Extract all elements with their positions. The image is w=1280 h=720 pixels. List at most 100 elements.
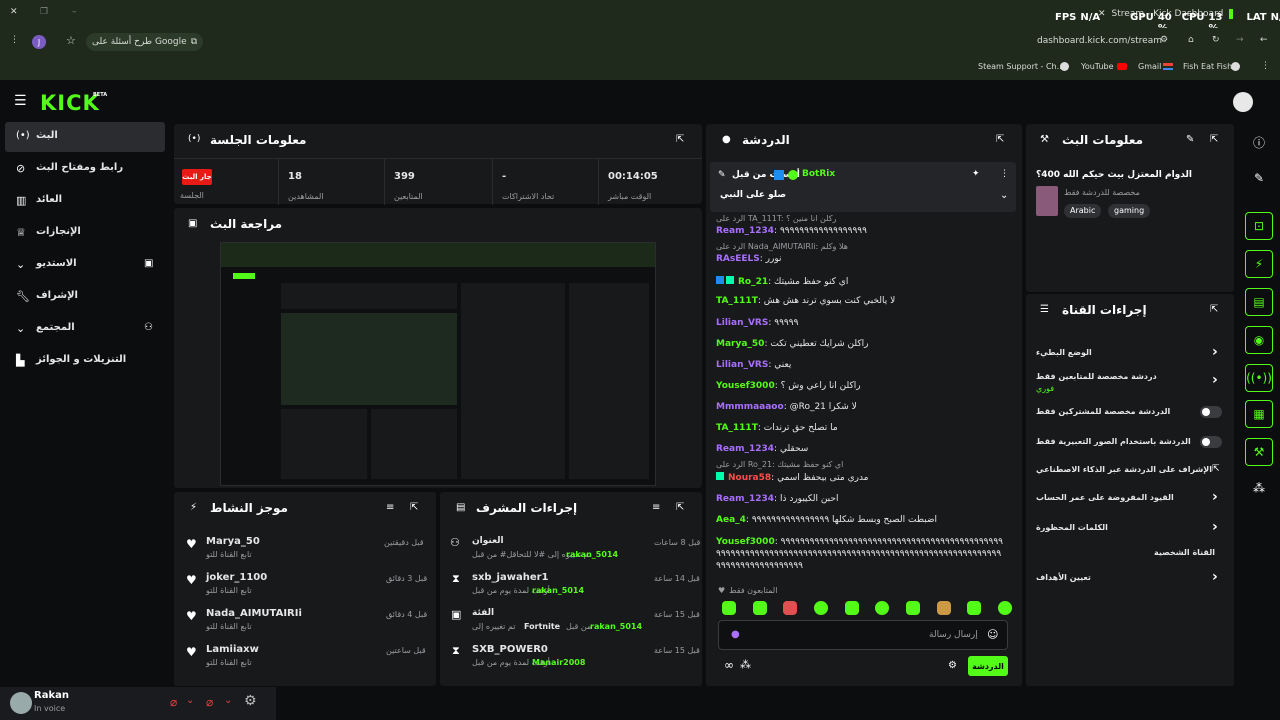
popout-icon[interactable]: ⇱ <box>996 134 1004 145</box>
chevron-down-icon[interactable]: ⌄ <box>224 695 232 706</box>
deafen-icon[interactable]: ⌀ <box>206 695 213 709</box>
chat-username[interactable]: Noura58 <box>728 473 771 483</box>
send-chat-button[interactable]: الدردشة <box>968 656 1008 676</box>
wrench-icon[interactable]: ⚒ <box>1245 438 1273 466</box>
tag-pill[interactable]: Arabic <box>1064 204 1102 218</box>
emote-icon[interactable] <box>875 601 890 615</box>
settings-gear-icon[interactable]: ⚙ <box>244 693 257 709</box>
bookmark-steam[interactable]: Steam Support - Ch... <box>978 62 1064 71</box>
sidebar-item-drops[interactable]: التنزيلات و الجوائز <box>36 354 126 365</box>
bookmark-fish-eat-fish[interactable]: Fish Eat Fish <box>1183 62 1232 71</box>
edit-icon[interactable]: ✎ <box>1245 164 1273 192</box>
chat-username[interactable]: Marya_50 <box>716 339 764 349</box>
community-icon[interactable]: ⁂ <box>1245 474 1273 502</box>
activity-username[interactable]: Lamiiaxw <box>206 644 259 655</box>
chat-username[interactable]: Aea_4 <box>716 515 746 525</box>
stream-info-icon[interactable]: ▦ <box>1245 400 1273 428</box>
chat-username[interactable]: Ream_1234 <box>716 494 774 504</box>
expand-icon[interactable]: ⇱ <box>1210 304 1218 315</box>
emote-icon[interactable] <box>783 601 798 615</box>
channel-action-slow-mode[interactable]: الوضع البطيء › <box>1026 344 1234 364</box>
sidebar-item-moderation[interactable]: الإشراف <box>36 290 78 301</box>
channel-action-goals[interactable]: تعيين الأهداف › <box>1026 569 1234 590</box>
user-avatar[interactable] <box>1233 92 1253 112</box>
emoji-icon[interactable]: ☺ <box>987 628 998 641</box>
chat-username[interactable]: RAsEELS <box>716 254 760 264</box>
url-text[interactable]: dashboard.kick.com/stream <box>1037 36 1162 46</box>
sidebar-item-studio[interactable]: الاستديو <box>36 258 77 269</box>
pinned-username[interactable]: BotRix <box>802 169 835 179</box>
channel-action-followers-only[interactable]: دردشة مخصصة للمتابعين فقط فوري › <box>1026 370 1234 396</box>
expand-icon[interactable]: ⇱ <box>676 502 684 513</box>
kick-logo[interactable]: KICK <box>40 91 100 115</box>
emote-icon[interactable] <box>722 601 736 615</box>
chat-settings-icon[interactable]: ⚙ <box>948 660 957 671</box>
chat-input[interactable]: ● إرسال رسالة ☺ <box>718 620 1008 650</box>
mod-action-user[interactable]: Manair2008 <box>532 658 585 667</box>
reload-icon[interactable]: ↻ <box>1212 35 1220 45</box>
google-search-chip[interactable]: طرح أسئلة على Google ⧉ <box>86 33 204 51</box>
filter-icon[interactable]: ≡ <box>386 502 394 513</box>
stream-preview-video[interactable] <box>220 242 656 486</box>
close-window-icon[interactable]: ✕ <box>10 7 18 17</box>
forward-icon[interactable]: → <box>1236 35 1244 45</box>
broadcast-icon[interactable]: ((•)) <box>1245 364 1273 392</box>
edit-icon[interactable]: ✎ <box>1186 134 1194 145</box>
activity-username[interactable]: Marya_50 <box>206 536 260 547</box>
emote-icon[interactable] <box>905 601 920 615</box>
subs-only-toggle[interactable] <box>1200 406 1222 418</box>
sidebar-item-community[interactable]: المجتمع <box>36 322 75 333</box>
mod-action-user[interactable]: rakan_5014 <box>566 550 618 559</box>
document-icon[interactable]: ▤ <box>1245 288 1273 316</box>
minimize-icon[interactable]: – <box>72 7 77 17</box>
maximize-icon[interactable]: ❐ <box>40 7 48 17</box>
sidebar-item-revenue[interactable]: العائد <box>36 194 62 205</box>
expand-icon[interactable]: ⇱ <box>676 134 684 145</box>
unpin-icon[interactable]: ✦ <box>972 169 980 179</box>
emote-icon[interactable] <box>844 601 859 615</box>
sidebar-item-broadcast[interactable]: البث <box>36 130 58 141</box>
emote-icon[interactable] <box>967 601 982 615</box>
channel-action-banned-words[interactable]: الكلمات المحظورة › <box>1026 519 1234 540</box>
mod-action-user[interactable]: rakan_5014 <box>590 622 642 631</box>
chat-username[interactable]: Yousef3000 <box>716 381 775 391</box>
chat-username[interactable]: Lilian_VRS <box>716 360 768 370</box>
sidebar-item-achievements[interactable]: الإنجازات <box>36 226 81 237</box>
menu-dots-icon[interactable]: ⋮ <box>10 35 19 45</box>
site-settings-icon[interactable]: ⚙ <box>1160 35 1168 45</box>
emotes-only-toggle[interactable] <box>1200 436 1222 448</box>
sidebar-item-stream-key[interactable]: رابط ومفتاح البث <box>36 162 123 173</box>
bookmark-youtube[interactable]: YouTube <box>1081 62 1114 71</box>
bookmarks-more-icon[interactable]: ⋮ <box>1261 61 1270 71</box>
chat-icon[interactable]: ◉ <box>1245 326 1273 354</box>
back-icon[interactable]: ← <box>1260 35 1268 45</box>
lightning-icon[interactable]: ⚡︎ <box>1245 250 1273 278</box>
microphone-icon[interactable]: ● <box>731 629 740 640</box>
expand-icon[interactable]: ⇱ <box>1210 134 1218 145</box>
chevron-down-icon[interactable]: ⌄ <box>186 695 194 706</box>
mod-action-user[interactable]: rakan_5014 <box>532 586 584 595</box>
chevron-down-icon[interactable]: ⌄ <box>16 258 25 271</box>
chat-username[interactable]: Ro_21 <box>738 277 768 287</box>
bookmark-gmail[interactable]: Gmail <box>1138 62 1161 71</box>
infinity-icon[interactable]: ∞ <box>724 658 734 672</box>
emote-icon[interactable] <box>997 601 1012 615</box>
info-icon[interactable]: ⓘ <box>1245 128 1273 156</box>
chat-username[interactable]: Mmmmaaaoo <box>716 402 784 412</box>
pinned-message[interactable]: ✎ أرسلت من قبل BotRix صلو على النبي ✦ ⋮ … <box>710 162 1016 212</box>
emote-icon[interactable] <box>752 601 767 615</box>
user-avatar[interactable] <box>10 692 32 714</box>
channel-action-ai-mod[interactable]: الإشراف على الدردشة عبر الذكاء الاصطناعي… <box>1026 462 1234 482</box>
chat-username[interactable]: TA_111T <box>716 296 758 306</box>
mic-muted-icon[interactable]: ⌀ <box>170 695 177 709</box>
filter-icon[interactable]: ≡ <box>652 502 660 513</box>
chat-username[interactable]: Ream_1234 <box>716 444 774 454</box>
chat-username[interactable]: Yousef3000 <box>716 537 775 547</box>
emote-icon[interactable] <box>936 601 951 615</box>
bookmark-star-icon[interactable]: ☆ <box>66 34 76 47</box>
chat-username[interactable]: Lilian_VRS <box>716 318 768 328</box>
chevron-down-icon[interactable]: ⌄ <box>16 322 25 335</box>
chat-username[interactable]: TA_111T <box>716 423 758 433</box>
profile-avatar[interactable]: J <box>32 35 46 49</box>
chevron-down-icon[interactable]: ⌄ <box>1000 190 1008 201</box>
